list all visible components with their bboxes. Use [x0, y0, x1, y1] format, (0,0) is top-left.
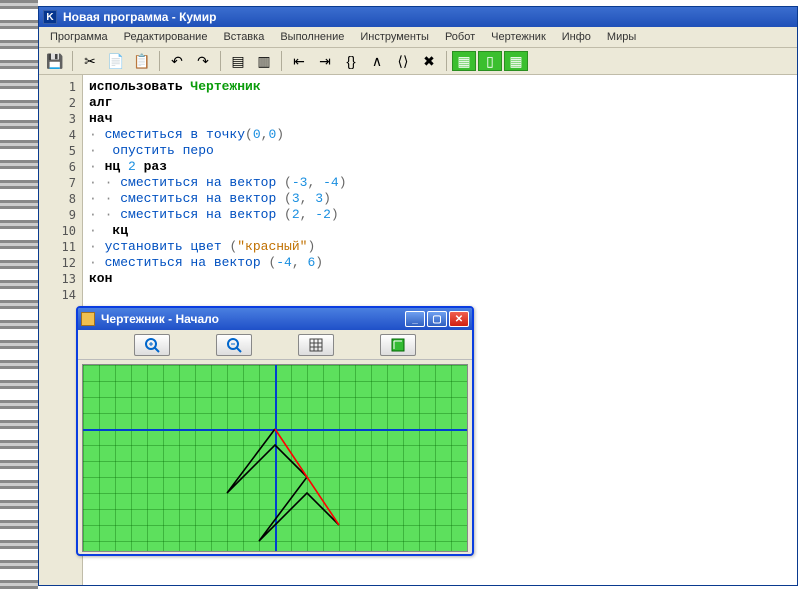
run-button[interactable]: {} — [339, 50, 363, 72]
drawer-toolbar — [78, 330, 472, 360]
window-title: Новая программа - Кумир — [63, 10, 217, 24]
save-button[interactable]: 💾 — [43, 50, 67, 72]
maximize-button[interactable]: ▢ — [427, 311, 447, 327]
code-line[interactable]: кон — [89, 271, 791, 287]
code-line[interactable]: использовать Чертежник — [89, 79, 791, 95]
path-black-path-loop1 — [227, 429, 307, 493]
drawer-titlebar[interactable]: Чертежник - Начало _ ▢ ✕ — [78, 308, 472, 330]
code-line[interactable]: · сместиться в точку(0,0) — [89, 127, 791, 143]
drawer-title: Чертежник - Начало — [101, 312, 219, 326]
path-black-path-loop2 — [259, 477, 339, 541]
menu-item-8[interactable]: Миры — [600, 29, 643, 45]
window-controls: _ ▢ ✕ — [405, 311, 469, 327]
menu-item-4[interactable]: Инструменты — [353, 29, 436, 45]
titlebar[interactable]: K Новая программа - Кумир — [39, 7, 797, 27]
world-grid2-button[interactable]: ▯ — [478, 51, 502, 71]
separator — [281, 51, 282, 71]
line-number: 4 — [39, 127, 76, 143]
separator — [159, 51, 160, 71]
stop-in-button[interactable]: ⟨⟩ — [391, 50, 415, 72]
paste-button[interactable]: 📋 — [130, 50, 154, 72]
line-number: 2 — [39, 95, 76, 111]
step-button[interactable]: ∧ — [365, 50, 389, 72]
step-over-button[interactable]: ⇥ — [313, 50, 337, 72]
minimize-button[interactable]: _ — [405, 311, 425, 327]
line-number: 5 — [39, 143, 76, 159]
drawer-icon — [81, 312, 95, 326]
canvas-container — [78, 360, 472, 556]
app-icon: K — [43, 10, 57, 24]
fit-button[interactable] — [380, 334, 416, 356]
drawer-window[interactable]: Чертежник - Начало _ ▢ ✕ — [76, 306, 474, 556]
grid-button[interactable] — [298, 334, 334, 356]
world-grid3-button[interactable]: ▦ — [504, 51, 528, 71]
code-line[interactable]: нач — [89, 111, 791, 127]
line-number: 7 — [39, 175, 76, 191]
code-line[interactable]: · сместиться на вектор (-4, 6) — [89, 255, 791, 271]
menu-item-2[interactable]: Вставка — [216, 29, 271, 45]
menubar: ПрограммаРедактированиеВставкаВыполнение… — [39, 27, 797, 48]
code-line[interactable]: алг — [89, 95, 791, 111]
copy-button[interactable]: 📄 — [104, 50, 128, 72]
line-number: 8 — [39, 191, 76, 207]
menu-item-1[interactable]: Редактирование — [117, 29, 215, 45]
code-line[interactable]: · · сместиться на вектор (-3, -4) — [89, 175, 791, 191]
menu-item-5[interactable]: Робот — [438, 29, 482, 45]
code-line[interactable]: · кц — [89, 223, 791, 239]
cut-button[interactable]: ✂ — [78, 50, 102, 72]
menu-item-0[interactable]: Программа — [43, 29, 115, 45]
menu-item-6[interactable]: Чертежник — [484, 29, 553, 45]
code-line[interactable]: · опустить перо — [89, 143, 791, 159]
line-number: 9 — [39, 207, 76, 223]
line-number: 10 — [39, 223, 76, 239]
line-number: 11 — [39, 239, 76, 255]
line-number: 6 — [39, 159, 76, 175]
zoom-out-button[interactable] — [216, 334, 252, 356]
path-red-vector — [275, 429, 339, 525]
code-line[interactable]: · установить цвет ("красный") — [89, 239, 791, 255]
line-number: 3 — [39, 111, 76, 127]
zoom-in-button[interactable] — [134, 334, 170, 356]
separator — [72, 51, 73, 71]
notebook-spiral — [0, 0, 38, 600]
line-number: 14 — [39, 287, 76, 303]
undo-button[interactable]: ↶ — [165, 50, 189, 72]
separator — [446, 51, 447, 71]
code-line[interactable]: · · сместиться на вектор (2, -2) — [89, 207, 791, 223]
line-number: 13 — [39, 271, 76, 287]
code-line[interactable]: · нц 2 раз — [89, 159, 791, 175]
close-button[interactable]: ✕ — [449, 311, 469, 327]
code-line[interactable]: · · сместиться на вектор (3, 3) — [89, 191, 791, 207]
redo-button[interactable]: ↷ — [191, 50, 215, 72]
line-number: 12 — [39, 255, 76, 271]
line-number: 1 — [39, 79, 76, 95]
separator — [220, 51, 221, 71]
list1-button[interactable]: ▤ — [226, 50, 250, 72]
step-in-button[interactable]: ⇤ — [287, 50, 311, 72]
world-grid1-button[interactable]: ▦ — [452, 51, 476, 71]
drawing-canvas[interactable] — [82, 364, 468, 552]
menu-item-3[interactable]: Выполнение — [273, 29, 351, 45]
toolbar: 💾 ✂ 📄 📋 ↶ ↷ ▤ ▥ ⇤ ⇥ {} ∧ ⟨⟩ ✖ ▦ ▯ ▦ — [39, 48, 797, 75]
code-line[interactable] — [89, 287, 791, 303]
stop-button[interactable]: ✖ — [417, 50, 441, 72]
menu-item-7[interactable]: Инфо — [555, 29, 598, 45]
drawing-paths — [83, 365, 468, 552]
list2-button[interactable]: ▥ — [252, 50, 276, 72]
